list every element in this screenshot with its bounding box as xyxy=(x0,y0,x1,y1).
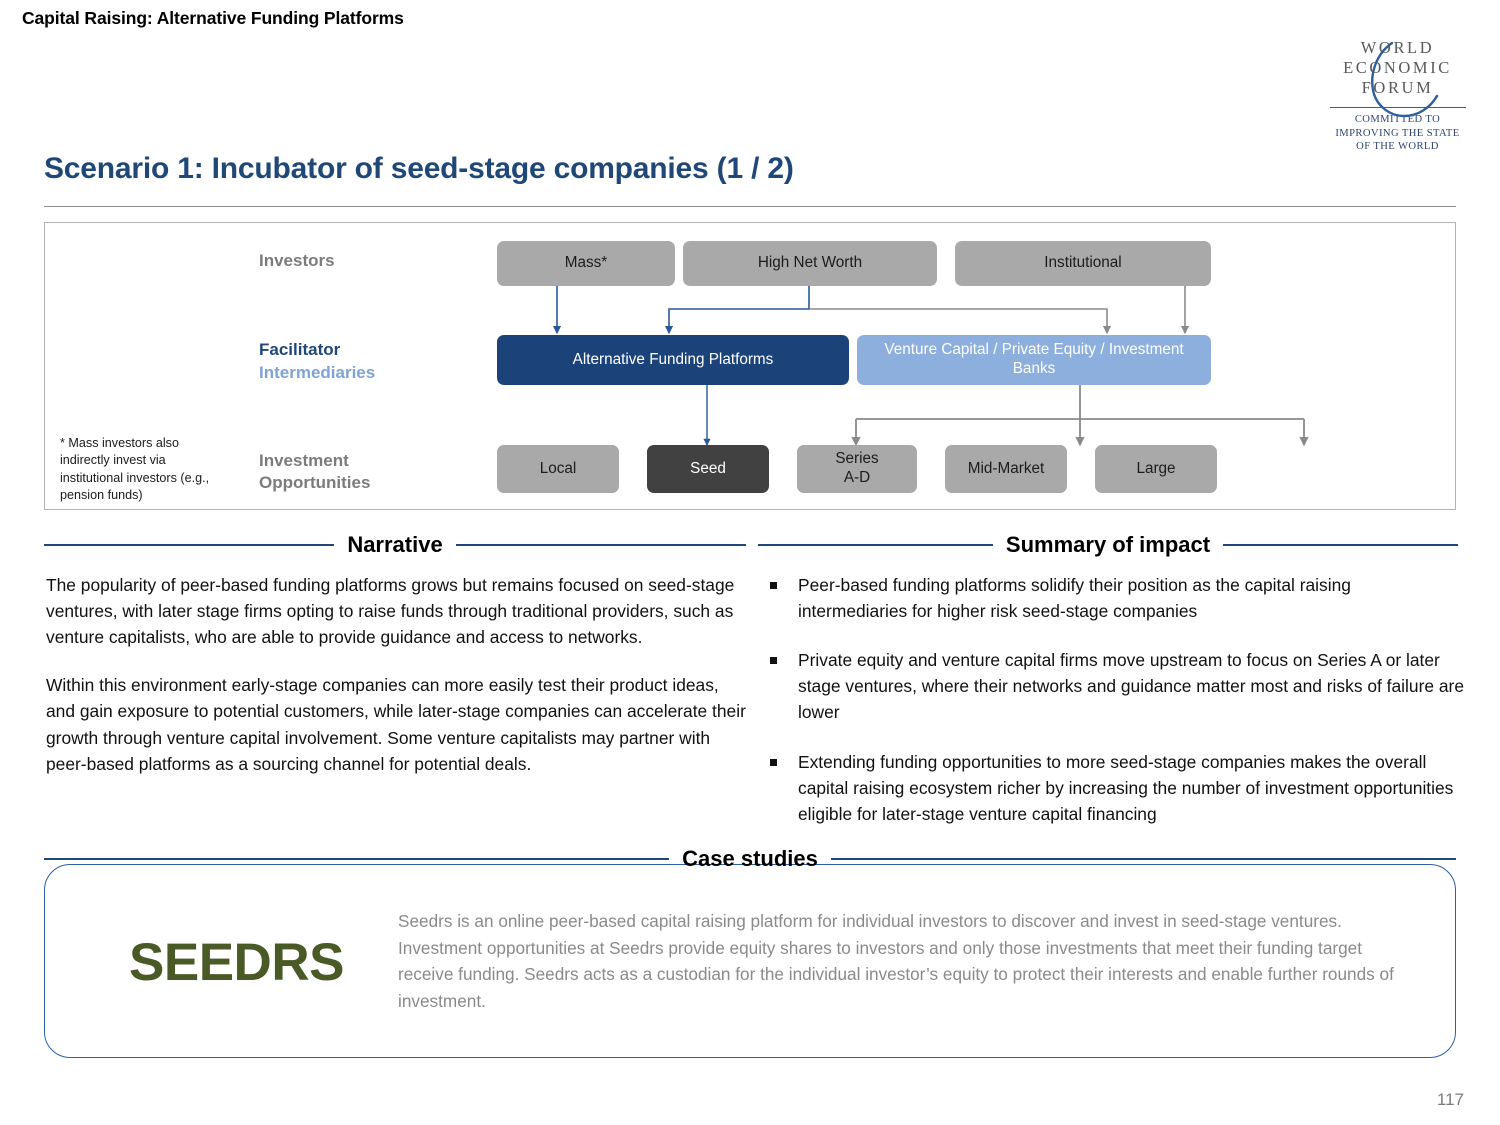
node-facilitator-alternative-funding-platforms[interactable]: Alternative Funding Platforms xyxy=(497,335,849,385)
narrative-body: The popularity of peer-based funding pla… xyxy=(46,572,746,799)
seedrs-wordmark: SEEDRS xyxy=(129,932,344,992)
node-facilitator-vc-pe-ib[interactable]: Venture Capital / Private Equity / Inves… xyxy=(857,335,1211,385)
impact-bullet-2-text: Private equity and venture capital firms… xyxy=(798,650,1465,723)
seedrs-logo: SEEDRS xyxy=(115,922,344,1002)
diagram-footnote: * Mass investors also indirectly invest … xyxy=(60,436,210,503)
node-opportunity-mid-market[interactable]: Mid-Market xyxy=(945,445,1067,493)
node-opportunity-local[interactable]: Local xyxy=(497,445,619,493)
row-label-opportunities: Opportunities xyxy=(259,473,371,492)
slide-kicker: Capital Raising: Alternative Funding Pla… xyxy=(22,8,404,28)
narrative-rule-left xyxy=(44,544,335,546)
case-studies-description: Seedrs is an online peer-based capital r… xyxy=(398,911,1394,1011)
impact-section-header: Summary of impact xyxy=(758,532,1459,558)
impact-heading: Summary of impact xyxy=(1005,532,1211,557)
impact-bullet-list: Peer-based funding platforms solidify th… xyxy=(762,572,1464,827)
node-opportunity-seed[interactable]: Seed xyxy=(647,445,769,493)
wef-wordmark: WORLD ECONOMIC FORUM xyxy=(1320,38,1475,98)
bullet-square-icon xyxy=(770,657,777,665)
row-label-investment: Investment xyxy=(259,451,349,470)
wef-word-forum: FORUM xyxy=(1361,78,1434,98)
node-investor-high-net-worth[interactable]: High Net Worth xyxy=(683,241,937,286)
wef-tagline-line-3: OF THE WORLD xyxy=(1356,141,1439,153)
impact-body: Peer-based funding platforms solidify th… xyxy=(762,572,1464,850)
wef-tagline: COMMITTED TO IMPROVING THE STATE OF THE … xyxy=(1320,113,1475,153)
case-studies-rule-right xyxy=(830,858,1457,860)
row-label-investors: Investors xyxy=(259,251,335,270)
ecosystem-diagram: Investors Facilitator Intermediaries Inv… xyxy=(44,222,1456,510)
narrative-paragraph-2: Within this environment early-stage comp… xyxy=(46,675,746,774)
list-item: Private equity and venture capital firms… xyxy=(762,647,1464,725)
list-item: Extending funding opportunities to more … xyxy=(762,749,1464,827)
wef-word-world: WORLD xyxy=(1360,38,1435,57)
node-opportunity-large[interactable]: Large xyxy=(1095,445,1217,493)
node-opportunity-series-a-d-label: Series A-D xyxy=(835,450,879,486)
wef-tagline-line-1: COMMITTED TO xyxy=(1354,114,1441,126)
impact-bullet-1-text: Peer-based funding platforms solidify th… xyxy=(798,575,1351,622)
list-item: Peer-based funding platforms solidify th… xyxy=(762,572,1464,624)
page-number: 117 xyxy=(1436,1090,1464,1109)
row-label-intermediaries: Intermediaries xyxy=(259,363,376,382)
narrative-heading: Narrative xyxy=(347,532,443,557)
impact-bullet-3-text: Extending funding opportunities to more … xyxy=(798,751,1454,824)
wef-logo: WORLD ECONOMIC FORUM COMMITTED TO IMPROV… xyxy=(1320,38,1475,153)
bullet-square-icon xyxy=(770,582,777,589)
wef-tagline-line-2: IMPROVING THE STATE xyxy=(1335,127,1460,139)
case-studies-heading: Case studies xyxy=(682,846,818,871)
page-title: Scenario 1: Incubator of seed-stage comp… xyxy=(44,152,794,185)
node-opportunity-series-a-d[interactable]: Series A-D xyxy=(797,445,917,493)
impact-rule-right xyxy=(1223,544,1459,546)
narrative-section-header: Narrative xyxy=(44,532,747,558)
narrative-rule-right xyxy=(455,544,747,546)
node-investor-mass[interactable]: Mass* xyxy=(497,241,675,286)
bullet-square-icon xyxy=(770,758,777,766)
narrative-paragraph-1: The popularity of peer-based funding pla… xyxy=(46,575,735,648)
row-label-facilitator: Facilitator xyxy=(259,340,341,359)
impact-rule-left xyxy=(758,544,993,546)
title-divider xyxy=(44,206,1456,207)
wef-word-economic: ECONOMIC xyxy=(1343,58,1452,78)
case-studies-rule-left xyxy=(44,858,670,860)
wef-divider xyxy=(1329,107,1466,109)
node-investor-institutional[interactable]: Institutional xyxy=(955,241,1211,286)
case-studies-section-header: Case studies xyxy=(44,846,1457,872)
